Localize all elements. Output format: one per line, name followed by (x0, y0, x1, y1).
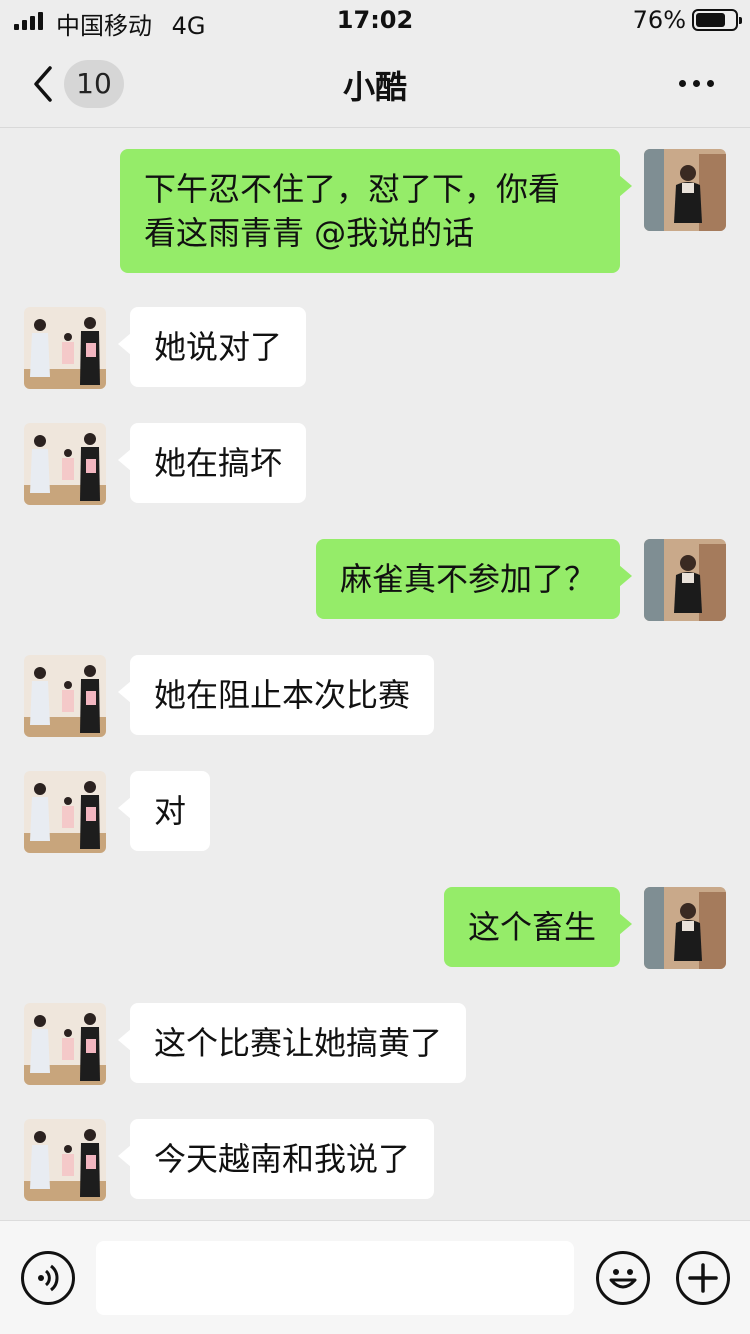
message-bubble-received[interactable]: 她在搞坏 (117, 423, 307, 503)
avatar-contact[interactable] (24, 655, 106, 737)
message-text-line: 麻雀真不参加了？ (339, 560, 596, 598)
message-text-line: 这个比赛让她搞黄了 (154, 1024, 443, 1062)
avatar-photo (644, 887, 726, 969)
message-text-line: 这个畜生 (467, 908, 596, 946)
message-text-line: 她在阻止本次比赛 (154, 676, 411, 714)
avatar-contact[interactable] (24, 307, 106, 389)
message-bubble-received[interactable]: 她说对了 (117, 307, 307, 387)
avatar-contact[interactable] (24, 771, 106, 853)
avatar-photo (644, 149, 726, 231)
message-bubble-received[interactable]: 对 (117, 771, 211, 851)
avatar-contact[interactable] (24, 423, 106, 505)
message-bubble-sent[interactable]: 下午忍不住了，怼了下，你看 看这雨青青 @我说的话 (120, 149, 632, 273)
avatar-contact[interactable] (24, 1003, 106, 1085)
message-text-line: 下午忍不住了，怼了下，你看 (144, 170, 561, 208)
status-bar: 中国移动 4G 17:02 76% (0, 0, 750, 40)
message-bubble-received[interactable]: 今天越南和我说了 (117, 1119, 435, 1199)
avatar-photo (24, 1119, 106, 1201)
avatar-photo (24, 1003, 106, 1085)
plus-button[interactable] (676, 1251, 730, 1305)
message-bubble-sent[interactable]: 这个畜生 (443, 887, 633, 967)
message-text-line: 对 (154, 792, 187, 830)
avatar-contact[interactable] (24, 1119, 106, 1201)
emoji-icon (609, 1269, 637, 1289)
input-bar (0, 1220, 750, 1334)
avatar-photo (24, 423, 106, 505)
message-text-line: 看这雨青青 @我说的话 (144, 214, 475, 252)
message-list[interactable]: 下午忍不住了，怼了下，你看 看这雨青青 @我说的话 她说对了 她在搞坏 麻雀真不… (0, 129, 750, 1219)
chat-title: 小酷 (342, 68, 407, 106)
chat-header: 10 小酷 (0, 40, 750, 128)
battery-level (696, 13, 725, 27)
message-input[interactable] (96, 1241, 574, 1315)
voice-icon (38, 1264, 59, 1292)
avatar-self[interactable] (644, 539, 726, 621)
message-text-line: 她在搞坏 (154, 444, 283, 482)
message-bubble-received[interactable]: 她在阻止本次比赛 (117, 655, 435, 735)
avatar-photo (24, 771, 106, 853)
voice-button[interactable] (21, 1251, 75, 1305)
message-bubble-sent[interactable]: 麻雀真不参加了？ (315, 539, 633, 619)
message-text-line: 今天越南和我说了 (154, 1140, 411, 1178)
avatar-photo (24, 655, 106, 737)
plus-icon (688, 1263, 718, 1293)
avatar-self[interactable] (644, 887, 726, 969)
message-text-line: 她说对了 (154, 328, 283, 366)
avatar-photo (644, 539, 726, 621)
avatar-photo (24, 307, 106, 389)
battery-percent: 76% (632, 6, 686, 34)
message-bubble-received[interactable]: 这个比赛让她搞黄了 (117, 1003, 467, 1083)
avatar-self[interactable] (644, 149, 726, 231)
emoji-button[interactable] (596, 1251, 650, 1305)
battery-icon (692, 9, 742, 31)
more-button[interactable] (679, 80, 714, 87)
ellipsis-icon (679, 80, 714, 87)
